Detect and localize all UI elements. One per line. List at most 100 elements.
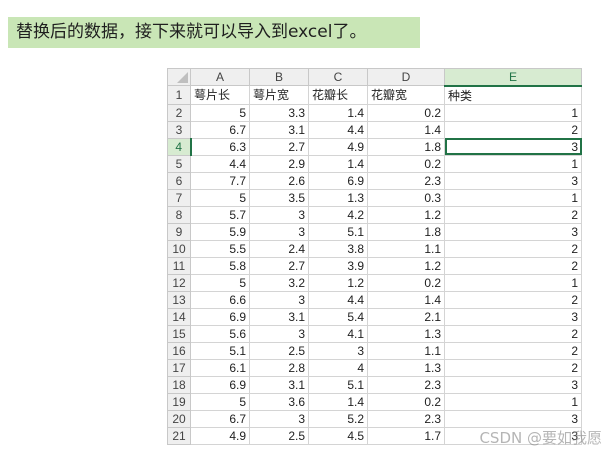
column-header-d[interactable]: D (367, 68, 445, 86)
cell-e20[interactable]: 3 (444, 409, 582, 428)
cell-b20[interactable]: 3 (249, 409, 309, 428)
cell-d13[interactable]: 1.4 (367, 290, 445, 309)
cell-c20[interactable]: 5.2 (308, 409, 368, 428)
cell-b16[interactable]: 2.5 (249, 341, 309, 360)
cell-d18[interactable]: 2.3 (367, 375, 445, 394)
cell-b9[interactable]: 3 (249, 222, 309, 241)
cell-d11[interactable]: 1.2 (367, 256, 445, 275)
cell-a21[interactable]: 4.9 (190, 426, 250, 445)
row-header-6[interactable]: 6 (167, 171, 191, 190)
cell-b7[interactable]: 3.5 (249, 188, 309, 207)
column-header-e[interactable]: E (444, 68, 582, 87)
cell-a16[interactable]: 5.1 (190, 341, 250, 360)
cell-b6[interactable]: 2.6 (249, 171, 309, 190)
row-header-3[interactable]: 3 (167, 120, 191, 139)
cell-d8[interactable]: 1.2 (367, 205, 445, 224)
cell-d4[interactable]: 1.8 (367, 137, 445, 156)
cell-c5[interactable]: 1.4 (308, 154, 368, 173)
row-header-17[interactable]: 17 (167, 358, 191, 377)
cell-b10[interactable]: 2.4 (249, 239, 309, 258)
cell-e16[interactable]: 2 (444, 341, 582, 360)
cell-c21[interactable]: 4.5 (308, 426, 368, 445)
cell-d6[interactable]: 2.3 (367, 171, 445, 190)
row-header-2[interactable]: 2 (167, 103, 191, 122)
cell-b3[interactable]: 3.1 (249, 120, 309, 139)
cell-c3[interactable]: 4.4 (308, 120, 368, 139)
cell-a12[interactable]: 5 (190, 273, 250, 292)
row-header-1[interactable]: 1 (167, 85, 191, 105)
cell-e10[interactable]: 2 (444, 239, 582, 258)
cell-c9[interactable]: 5.1 (308, 222, 368, 241)
cell-a6[interactable]: 7.7 (190, 171, 250, 190)
cell-d20[interactable]: 2.3 (367, 409, 445, 428)
cell-a2[interactable]: 5 (190, 103, 250, 122)
cell-d14[interactable]: 2.1 (367, 307, 445, 326)
row-header-9[interactable]: 9 (167, 222, 191, 241)
cell-c14[interactable]: 5.4 (308, 307, 368, 326)
cell-e7[interactable]: 1 (444, 188, 582, 207)
cell-d12[interactable]: 0.2 (367, 273, 445, 292)
row-header-8[interactable]: 8 (167, 205, 191, 224)
cell-b13[interactable]: 3 (249, 290, 309, 309)
cell-c11[interactable]: 3.9 (308, 256, 368, 275)
cell-e13[interactable]: 2 (444, 290, 582, 309)
cell-a14[interactable]: 6.9 (190, 307, 250, 326)
cell-e2[interactable]: 1 (444, 103, 582, 122)
cell-a9[interactable]: 5.9 (190, 222, 250, 241)
cell-e18[interactable]: 3 (444, 375, 582, 394)
cell-d17[interactable]: 1.3 (367, 358, 445, 377)
cell-b4[interactable]: 2.7 (249, 137, 309, 156)
cell-b8[interactable]: 3 (249, 205, 309, 224)
cell-b21[interactable]: 2.5 (249, 426, 309, 445)
cell-d19[interactable]: 0.2 (367, 392, 445, 411)
cell-e12[interactable]: 1 (444, 273, 582, 292)
cell-e19[interactable]: 1 (444, 392, 582, 411)
cell-a15[interactable]: 5.6 (190, 324, 250, 343)
cell-d1[interactable]: 花瓣宽 (367, 85, 445, 105)
cell-b12[interactable]: 3.2 (249, 273, 309, 292)
cell-c7[interactable]: 1.3 (308, 188, 368, 207)
cell-c10[interactable]: 3.8 (308, 239, 368, 258)
cell-c12[interactable]: 1.2 (308, 273, 368, 292)
cell-d5[interactable]: 0.2 (367, 154, 445, 173)
cell-a18[interactable]: 6.9 (190, 375, 250, 394)
cell-e17[interactable]: 2 (444, 358, 582, 377)
cell-c15[interactable]: 4.1 (308, 324, 368, 343)
cell-b14[interactable]: 3.1 (249, 307, 309, 326)
cell-c6[interactable]: 6.9 (308, 171, 368, 190)
cell-e6[interactable]: 3 (444, 171, 582, 190)
cell-b17[interactable]: 2.8 (249, 358, 309, 377)
cell-c18[interactable]: 5.1 (308, 375, 368, 394)
row-header-4[interactable]: 4 (167, 137, 192, 156)
cell-a10[interactable]: 5.5 (190, 239, 250, 258)
cell-e3[interactable]: 2 (444, 120, 582, 139)
row-header-11[interactable]: 11 (167, 256, 191, 275)
cell-d9[interactable]: 1.8 (367, 222, 445, 241)
select-all-corner[interactable] (167, 68, 191, 86)
cell-b5[interactable]: 2.9 (249, 154, 309, 173)
cell-d3[interactable]: 1.4 (367, 120, 445, 139)
cell-b2[interactable]: 3.3 (249, 103, 309, 122)
cell-b1[interactable]: 萼片宽 (249, 85, 309, 105)
cell-b11[interactable]: 2.7 (249, 256, 309, 275)
cell-c17[interactable]: 4 (308, 358, 368, 377)
row-header-5[interactable]: 5 (167, 154, 191, 173)
cell-e14[interactable]: 3 (444, 307, 582, 326)
cell-c1[interactable]: 花瓣长 (308, 85, 368, 105)
cell-e8[interactable]: 2 (444, 205, 582, 224)
cell-c2[interactable]: 1.4 (308, 103, 368, 122)
cell-d21[interactable]: 1.7 (367, 426, 445, 445)
cell-e15[interactable]: 2 (444, 324, 582, 343)
cell-c8[interactable]: 4.2 (308, 205, 368, 224)
row-header-7[interactable]: 7 (167, 188, 191, 207)
cell-a20[interactable]: 6.7 (190, 409, 250, 428)
cell-a8[interactable]: 5.7 (190, 205, 250, 224)
cell-a17[interactable]: 6.1 (190, 358, 250, 377)
cell-b15[interactable]: 3 (249, 324, 309, 343)
cell-b19[interactable]: 3.6 (249, 392, 309, 411)
row-header-13[interactable]: 13 (167, 290, 191, 309)
row-header-12[interactable]: 12 (167, 273, 191, 292)
row-header-20[interactable]: 20 (167, 409, 191, 428)
cell-a11[interactable]: 5.8 (190, 256, 250, 275)
cell-a1[interactable]: 萼片长 (190, 85, 250, 105)
